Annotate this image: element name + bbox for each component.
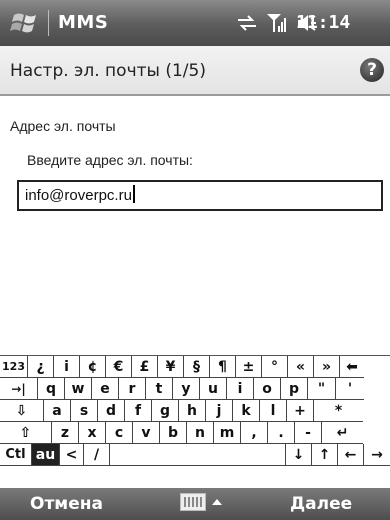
keyboard-icon — [180, 493, 206, 511]
key-d[interactable]: d — [98, 400, 125, 422]
windows-logo-icon[interactable] — [10, 9, 40, 37]
on-screen-keyboard: 123 ¿ i ¢ € £ ¥ § ¶ ± ° « » ⬅ →| q w e r… — [0, 355, 390, 488]
key-apostrophe[interactable]: ' — [336, 378, 364, 400]
key-a[interactable]: a — [44, 400, 71, 422]
cancel-button[interactable]: Отмена — [30, 494, 103, 514]
arrow-up-icon — [212, 499, 222, 505]
key-less-than[interactable]: < — [60, 444, 84, 466]
key[interactable]: § — [184, 356, 210, 378]
key-t[interactable]: t — [146, 378, 173, 400]
key-q[interactable]: q — [38, 378, 65, 400]
sync-icon[interactable] — [236, 14, 258, 32]
key-w[interactable]: w — [65, 378, 92, 400]
tab-key[interactable]: →| — [0, 378, 38, 400]
softkey-bar: Отмена Далее — [0, 488, 390, 520]
key-z[interactable]: z — [52, 422, 79, 444]
key[interactable]: £ — [132, 356, 158, 378]
ctrl-key[interactable]: Ctl — [0, 444, 32, 466]
help-icon[interactable]: ? — [360, 58, 384, 82]
keyboard-row-4: ⇧ z x c v b n m , . - ↵ — [0, 422, 390, 444]
key-g[interactable]: g — [152, 400, 179, 422]
key[interactable]: ± — [236, 356, 262, 378]
keyboard-row-3: ⇩ a s d f g h j k l + * — [0, 400, 390, 422]
key-h[interactable]: h — [179, 400, 206, 422]
title-bar: MMS 11:14 — [0, 0, 390, 46]
app-name: MMS — [58, 12, 109, 33]
key-f[interactable]: f — [125, 400, 152, 422]
key-slash[interactable]: / — [84, 444, 110, 466]
key-x[interactable]: x — [79, 422, 106, 444]
keyboard-row-5: Ctl au < / ↓ ↑ ← → — [0, 444, 390, 466]
key[interactable]: ¥ — [158, 356, 184, 378]
key[interactable]: ¢ — [80, 356, 106, 378]
caps-key[interactable]: ⇩ — [0, 400, 44, 422]
key-s[interactable]: s — [71, 400, 98, 422]
key-p[interactable]: p — [281, 378, 308, 400]
title-separator — [48, 10, 49, 36]
key-quote[interactable]: " — [308, 378, 336, 400]
section-label: Адрес эл. почты — [10, 118, 116, 134]
key[interactable]: « — [288, 356, 314, 378]
key-n[interactable]: n — [187, 422, 214, 444]
key-plus[interactable]: + — [287, 400, 314, 422]
backspace-key[interactable]: ⬅ — [340, 356, 364, 378]
key-k[interactable]: k — [233, 400, 260, 422]
email-value: info@roverpc.ru — [25, 187, 132, 204]
key[interactable]: ° — [262, 356, 288, 378]
left-arrow-key[interactable]: ← — [338, 444, 364, 466]
key-v[interactable]: v — [133, 422, 160, 444]
key-e[interactable]: e — [92, 378, 119, 400]
page-title: Настр. эл. почты (1/5) — [10, 61, 206, 81]
key-j[interactable]: j — [206, 400, 233, 422]
space-key[interactable] — [110, 444, 286, 466]
signal-icon[interactable] — [266, 12, 288, 34]
key-l[interactable]: l — [260, 400, 287, 422]
key[interactable]: i — [54, 356, 80, 378]
key-u[interactable]: u — [200, 378, 227, 400]
key-m[interactable]: m — [214, 422, 241, 444]
key-minus[interactable]: - — [295, 422, 322, 444]
page-header: Настр. эл. почты (1/5) ? — [0, 46, 390, 96]
right-arrow-key[interactable]: → — [364, 444, 390, 466]
input-panel-toggle[interactable] — [180, 493, 222, 511]
email-field-label: Введите адрес эл. почты: — [27, 152, 193, 168]
text-caret — [132, 185, 135, 203]
key[interactable]: ¿ — [28, 356, 54, 378]
key-o[interactable]: o — [254, 378, 281, 400]
key-i[interactable]: i — [227, 378, 254, 400]
keyboard-row-2: →| q w e r t y u i o p " ' — [0, 378, 390, 400]
shift-key[interactable]: ⇧ — [0, 422, 52, 444]
key[interactable]: » — [314, 356, 340, 378]
key-asterisk[interactable]: * — [314, 400, 363, 422]
next-button[interactable]: Далее — [290, 494, 352, 514]
enter-key[interactable]: ↵ — [322, 422, 363, 444]
down-arrow-key[interactable]: ↓ — [286, 444, 312, 466]
key-period[interactable]: . — [268, 422, 295, 444]
key-c[interactable]: c — [106, 422, 133, 444]
key-y[interactable]: y — [173, 378, 200, 400]
key[interactable]: ¶ — [210, 356, 236, 378]
key[interactable]: € — [106, 356, 132, 378]
email-field[interactable]: info@roverpc.ru — [17, 180, 383, 211]
keyboard-row-1: 123 ¿ i ¢ € £ ¥ § ¶ ± ° « » ⬅ — [0, 356, 390, 378]
key-b[interactable]: b — [160, 422, 187, 444]
key-comma[interactable]: , — [241, 422, 268, 444]
key-r[interactable]: r — [119, 378, 146, 400]
accent-key[interactable]: au — [32, 444, 60, 466]
up-arrow-key[interactable]: ↑ — [312, 444, 338, 466]
key-123[interactable]: 123 — [0, 356, 28, 378]
clock[interactable]: 11:14 — [296, 12, 350, 33]
